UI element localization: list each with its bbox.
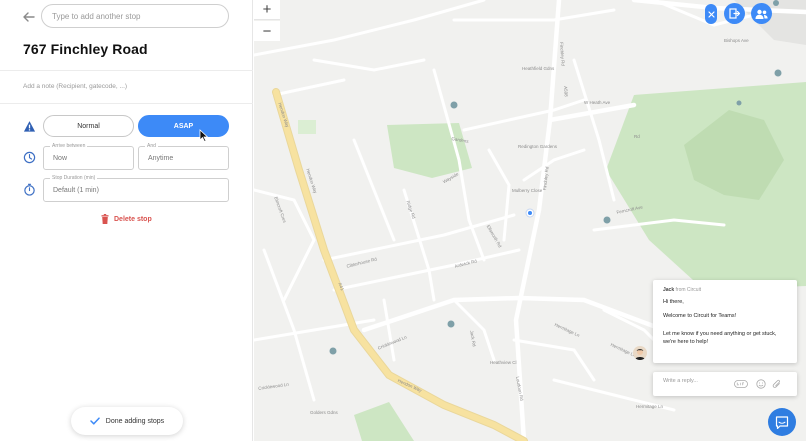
stop-editor-panel: 767 Finchley Road Add a note (Recipient,…	[0, 0, 253, 441]
arrive-and-field[interactable]: And Anytime	[138, 143, 229, 170]
arrive-between-label: Arrive between	[50, 143, 88, 149]
attachment-icon[interactable]	[772, 379, 782, 389]
zoom-in-button[interactable]: +	[254, 0, 280, 20]
gif-icon[interactable]	[734, 379, 748, 389]
street-label: Hermitage Ln	[636, 404, 664, 409]
street-label: Bishops Ave	[724, 38, 749, 43]
street-label: Mulberry Close	[512, 188, 543, 193]
chat-sender-name: Jack	[663, 287, 675, 293]
zoom-out-button[interactable]: −	[254, 21, 280, 41]
chat-launcher-button[interactable]	[768, 408, 796, 436]
chat-bubble-icon	[775, 415, 789, 429]
chat-body: Let me know if you need anything or get …	[663, 331, 777, 345]
done-adding-stops-label: Done adding stops	[105, 417, 165, 425]
checkmark-icon	[90, 417, 100, 425]
stop-duration-label: Stop Duration (min)	[50, 175, 98, 181]
chat-greeting: Hi there,	[663, 299, 684, 305]
close-route-button[interactable]	[705, 4, 717, 24]
divider	[0, 103, 253, 104]
chat-message-card: Jack from Circuit Hi there, Welcome to C…	[653, 280, 797, 363]
delete-stop-label: Delete stop	[114, 215, 152, 223]
street-label: Redington Gardens	[518, 144, 558, 149]
street-label: Rd	[634, 134, 640, 139]
arrive-between-field[interactable]: Arrive between Now	[43, 143, 134, 170]
street-label: Heathfield Gdns	[522, 66, 555, 71]
export-route-button[interactable]	[724, 3, 745, 24]
priority-asap-button[interactable]: ASAP	[138, 115, 229, 137]
stop-title: 767 Finchley Road	[23, 41, 148, 57]
stop-duration-field[interactable]: Stop Duration (min) Default (1 min)	[43, 175, 229, 202]
divider	[0, 70, 253, 71]
delete-stop-button[interactable]: Delete stop	[101, 214, 152, 224]
chat-reply-box	[653, 372, 797, 396]
stop-duration-value: Default (1 min)	[53, 187, 99, 194]
street-label: Heathview Cl	[490, 360, 517, 365]
stop-note-input[interactable]: Add a note (Recipient, gatecode, ...)	[23, 83, 127, 90]
avatar	[633, 346, 647, 360]
chat-sender: Jack from Circuit	[663, 287, 701, 293]
priority-normal-button[interactable]: Normal	[43, 115, 134, 137]
add-stop-search-input[interactable]	[41, 4, 229, 28]
mouse-pointer-icon	[199, 129, 209, 142]
arrive-and-label: And	[145, 143, 158, 149]
street-label: Golders Gdns	[310, 410, 338, 415]
clock-icon	[23, 151, 36, 164]
chat-sender-org: from Circuit	[675, 287, 702, 293]
trash-icon	[101, 214, 109, 224]
chat-reply-input[interactable]	[663, 378, 729, 384]
done-adding-stops-button[interactable]: Done adding stops	[71, 407, 183, 435]
agent-avatar-icon	[635, 349, 645, 360]
street-label: A598	[563, 86, 569, 97]
arrive-and-value: Anytime	[148, 155, 174, 162]
warning-icon	[23, 121, 36, 132]
street-label: W Heath Ave	[584, 100, 611, 105]
emoji-icon[interactable]	[756, 379, 766, 389]
people-icon	[755, 9, 768, 19]
stopwatch-icon	[24, 183, 35, 196]
team-members-button[interactable]	[751, 3, 772, 24]
back-arrow-icon[interactable]	[21, 9, 37, 25]
export-icon	[729, 8, 740, 19]
chat-welcome: Welcome to Circuit for Teams!	[663, 313, 737, 319]
close-icon	[707, 10, 715, 18]
arrive-between-value: Now	[53, 155, 68, 162]
